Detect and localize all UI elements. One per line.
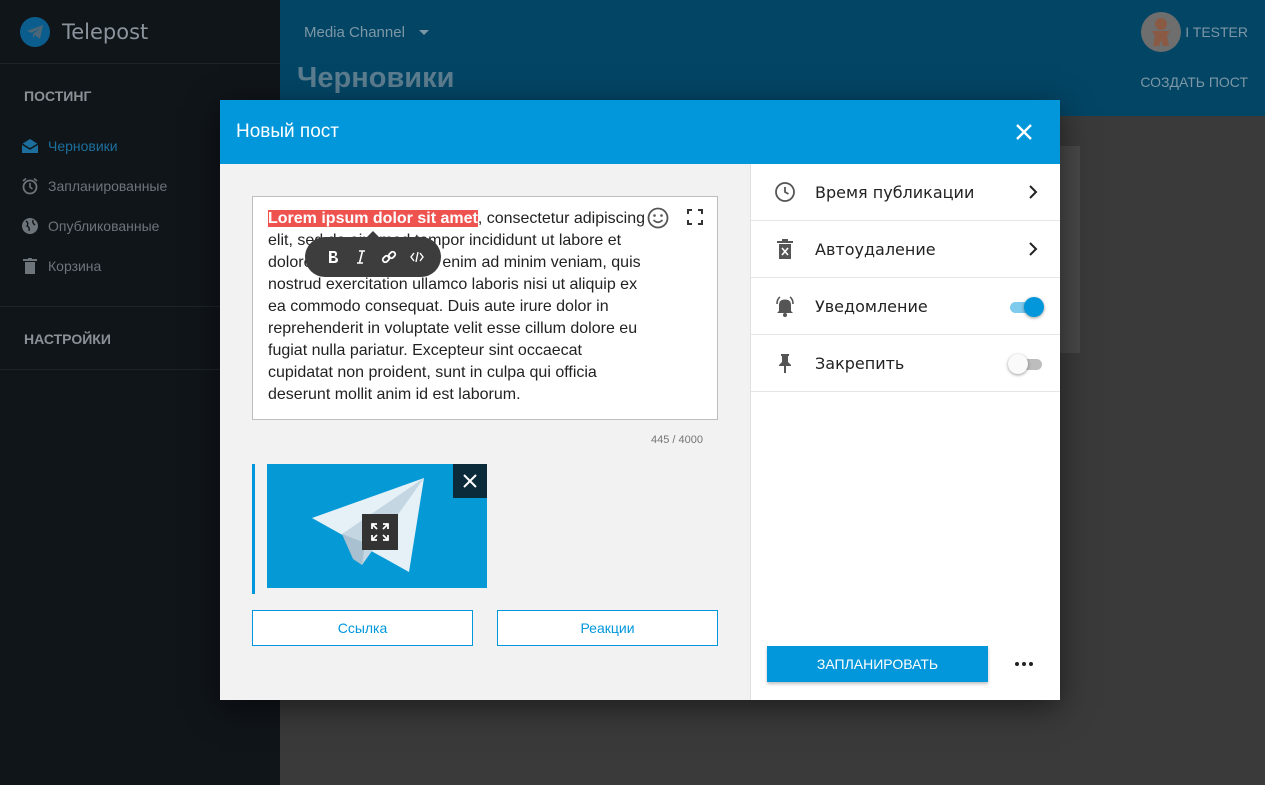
pin-icon: [773, 351, 797, 375]
toggle-knob: [1024, 297, 1044, 317]
caret-down-icon: [418, 30, 429, 35]
telegram-logo-icon: [20, 16, 50, 47]
dialog-title: Новый пост: [236, 121, 339, 142]
sidebar-item-label: Запланированные: [48, 178, 168, 194]
top-bar: Media Channel Черновики I TESTER СОЗДАТЬ…: [280, 0, 1265, 116]
link-button[interactable]: Ссылка: [252, 610, 473, 646]
character-counter: 445 / 4000: [651, 434, 703, 446]
app-name: Telepost: [62, 19, 149, 44]
chevron-right-icon: [1028, 241, 1038, 262]
trash-icon: [20, 256, 40, 276]
italic-icon[interactable]: [347, 243, 375, 271]
toggle-knob: [1008, 354, 1028, 374]
link-icon[interactable]: [375, 243, 403, 271]
option-pin[interactable]: Закрепить: [751, 335, 1060, 392]
brand: Telepost: [0, 0, 280, 64]
option-label: Автоудаление: [815, 239, 936, 259]
option-auto-delete[interactable]: Автоудаление: [751, 221, 1060, 278]
post-options-pane: Время публикации Автоудаление Уведомлени…: [750, 164, 1060, 700]
new-post-dialog: Новый пост Lorem ipsum dolor sit amet, c…: [220, 100, 1060, 700]
channel-name: Media Channel: [304, 24, 405, 41]
dialog-header: Новый пост: [220, 100, 1060, 164]
media-attachment: [252, 464, 487, 594]
alarm-icon: [20, 176, 40, 196]
sidebar-item-label: Опубликованные: [48, 218, 160, 234]
option-notification[interactable]: Уведомление: [751, 278, 1060, 335]
notification-toggle[interactable]: [1008, 297, 1044, 317]
sidebar-item-label: Черновики: [48, 138, 118, 154]
delete-timer-icon: [773, 237, 797, 261]
avatar: [1141, 12, 1182, 52]
formatting-toolbar: [305, 231, 441, 277]
pin-toggle[interactable]: [1008, 354, 1044, 374]
option-publish-time[interactable]: Время публикации: [751, 164, 1060, 221]
schedule-button[interactable]: ЗАПЛАНИРОВАТЬ: [767, 646, 988, 682]
option-label: Закрепить: [815, 353, 905, 373]
user-menu[interactable]: I TESTER: [1141, 12, 1248, 52]
fullscreen-icon[interactable]: [687, 209, 705, 227]
page-title: Черновики: [297, 62, 455, 94]
user-name: I TESTER: [1185, 24, 1248, 40]
selected-text: Lorem ipsum dolor sit amet: [268, 210, 478, 227]
expand-icon[interactable]: [362, 514, 398, 550]
drafts-icon: [20, 136, 40, 156]
reactions-button[interactable]: Реакции: [497, 610, 718, 646]
chevron-right-icon: [1028, 184, 1038, 205]
post-text-editor[interactable]: Lorem ipsum dolor sit amet, consectetur …: [252, 196, 718, 420]
bell-ring-icon: [773, 294, 797, 318]
option-label: Время публикации: [815, 182, 975, 202]
channel-selector[interactable]: Media Channel: [304, 24, 429, 41]
option-label: Уведомление: [815, 296, 928, 316]
clock-icon: [773, 180, 797, 204]
globe-icon: [20, 216, 40, 236]
emoji-icon[interactable]: [647, 207, 669, 229]
close-icon[interactable]: [1014, 122, 1034, 142]
code-icon[interactable]: [403, 243, 431, 271]
sidebar-item-label: Корзина: [48, 258, 102, 274]
bold-icon[interactable]: [319, 243, 347, 271]
remove-media-icon[interactable]: [453, 464, 487, 498]
post-editor-pane: Lorem ipsum dolor sit amet, consectetur …: [220, 164, 750, 700]
more-options-icon[interactable]: [1013, 654, 1035, 674]
create-post-button[interactable]: СОЗДАТЬ ПОСТ: [1140, 74, 1248, 90]
